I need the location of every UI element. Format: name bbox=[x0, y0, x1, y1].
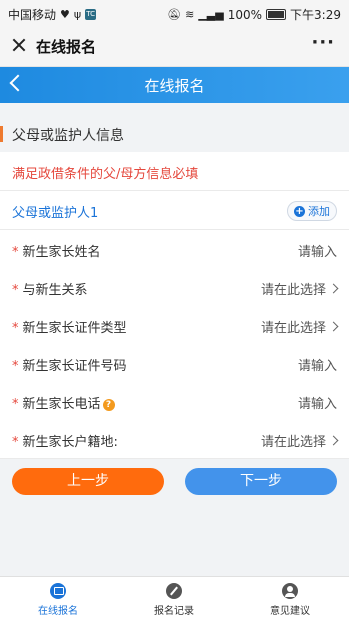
chevron-right-icon bbox=[328, 283, 339, 294]
field-label-phone: * 新生家长电话? bbox=[12, 393, 115, 412]
mute-icon: 🔕︎ bbox=[167, 7, 182, 21]
required-asterisk: * bbox=[12, 397, 19, 412]
wechat-title-bar: 在线报名 ··· bbox=[0, 28, 349, 67]
relationship-select[interactable]: 请在此选择 bbox=[260, 279, 339, 298]
field-relationship[interactable]: * 与新生关系 请在此选择 bbox=[0, 268, 349, 307]
select-value: 请在此选择 bbox=[260, 435, 326, 450]
field-household-registration[interactable]: * 新生家长户籍地: 请在此选择 bbox=[0, 420, 349, 459]
guardian-header-row: 父母或监护人1 + 添加 bbox=[0, 191, 349, 230]
field-phone[interactable]: * 新生家长电话? 请输入 bbox=[0, 382, 349, 421]
tab-label: 在线报名 bbox=[38, 606, 78, 617]
parent-name-input[interactable]: 请输入 bbox=[298, 241, 337, 260]
next-step-button[interactable]: 下一步 bbox=[185, 468, 337, 495]
field-label-text: 新生家长电话 bbox=[22, 397, 101, 412]
phone-input[interactable]: 请输入 bbox=[298, 393, 337, 412]
app-notification-icon: TC bbox=[85, 9, 97, 20]
field-label-id-number: * 新生家长证件号码 bbox=[12, 355, 127, 374]
battery-percent: 100% bbox=[227, 7, 263, 22]
wifi-icon: ≋ bbox=[185, 7, 195, 21]
field-label-text: 与新生关系 bbox=[22, 283, 88, 298]
tab-online-apply[interactable]: 在线报名 bbox=[0, 577, 116, 621]
plus-icon: + bbox=[294, 205, 305, 217]
required-notice: 满足政借条件的父/母方信息必填 bbox=[12, 167, 199, 182]
help-icon[interactable]: ? bbox=[102, 399, 115, 411]
required-asterisk: * bbox=[12, 359, 19, 374]
household-select[interactable]: 请在此选择 bbox=[260, 431, 339, 450]
bottom-tab-bar: 在线报名 报名记录 意见建议 bbox=[0, 576, 349, 621]
field-label-parent-name: * 新生家长姓名 bbox=[12, 241, 101, 260]
id-number-input[interactable]: 请输入 bbox=[298, 355, 337, 374]
field-id-type[interactable]: * 新生家长证件类型 请在此选择 bbox=[0, 306, 349, 345]
id-type-select[interactable]: 请在此选择 bbox=[260, 317, 339, 336]
guardian-label: 父母或监护人1 bbox=[12, 206, 99, 221]
signal-icon: ▁▃▅ bbox=[198, 7, 224, 21]
app-header: 在线报名 bbox=[0, 67, 349, 103]
battery-icon bbox=[266, 9, 287, 20]
wechat-title: 在线报名 bbox=[36, 38, 97, 56]
required-asterisk: * bbox=[12, 283, 19, 298]
field-parent-name[interactable]: * 新生家长姓名 请输入 bbox=[0, 230, 349, 269]
select-value: 请在此选择 bbox=[260, 283, 326, 298]
field-id-number[interactable]: * 新生家长证件号码 请输入 bbox=[0, 344, 349, 383]
field-label-household: * 新生家长户籍地: bbox=[12, 431, 118, 450]
online-apply-icon bbox=[50, 583, 66, 599]
chevron-right-icon bbox=[328, 321, 339, 332]
field-label-text: 新生家长证件类型 bbox=[22, 321, 127, 336]
field-label-text: 新生家长户籍地: bbox=[22, 435, 118, 450]
heart-icon: ♥ bbox=[60, 7, 70, 21]
advice-icon bbox=[282, 583, 298, 599]
required-asterisk: * bbox=[12, 321, 19, 336]
tab-advice[interactable]: 意见建议 bbox=[232, 577, 348, 621]
field-label-text: 新生家长证件号码 bbox=[22, 359, 127, 374]
required-notice-row: 满足政借条件的父/母方信息必填 bbox=[0, 152, 349, 191]
field-label-text: 新生家长姓名 bbox=[22, 245, 101, 260]
previous-step-button[interactable]: 上一步 bbox=[12, 468, 164, 495]
tab-records[interactable]: 报名记录 bbox=[116, 577, 232, 621]
required-asterisk: * bbox=[12, 435, 19, 450]
select-value: 请在此选择 bbox=[260, 321, 326, 336]
clock: 下午3:29 bbox=[290, 8, 341, 22]
carrier-text: 中国移动 bbox=[8, 8, 57, 22]
more-menu-button[interactable]: ··· bbox=[311, 32, 335, 53]
section-accent-bar bbox=[0, 126, 3, 142]
usb-icon: ψ bbox=[73, 7, 82, 21]
section-header: 父母或监护人信息 bbox=[0, 118, 349, 150]
field-label-id-type: * 新生家长证件类型 bbox=[12, 317, 127, 336]
tab-label: 报名记录 bbox=[154, 606, 194, 617]
status-bar: 中国移动 ♥ ψ TC 🔕︎ ≋ ▁▃▅ 100% 下午3:29 bbox=[0, 0, 349, 28]
record-icon bbox=[166, 583, 182, 599]
tab-label: 意见建议 bbox=[270, 606, 310, 617]
close-icon[interactable] bbox=[10, 36, 28, 54]
section-title: 父母或监护人信息 bbox=[12, 128, 124, 144]
chevron-right-icon bbox=[328, 435, 339, 446]
add-guardian-button[interactable]: + 添加 bbox=[287, 201, 337, 221]
page-title: 在线报名 bbox=[144, 77, 205, 95]
add-button-label: 添加 bbox=[308, 205, 330, 218]
field-label-relationship: * 与新生关系 bbox=[12, 279, 88, 298]
required-asterisk: * bbox=[12, 245, 19, 260]
